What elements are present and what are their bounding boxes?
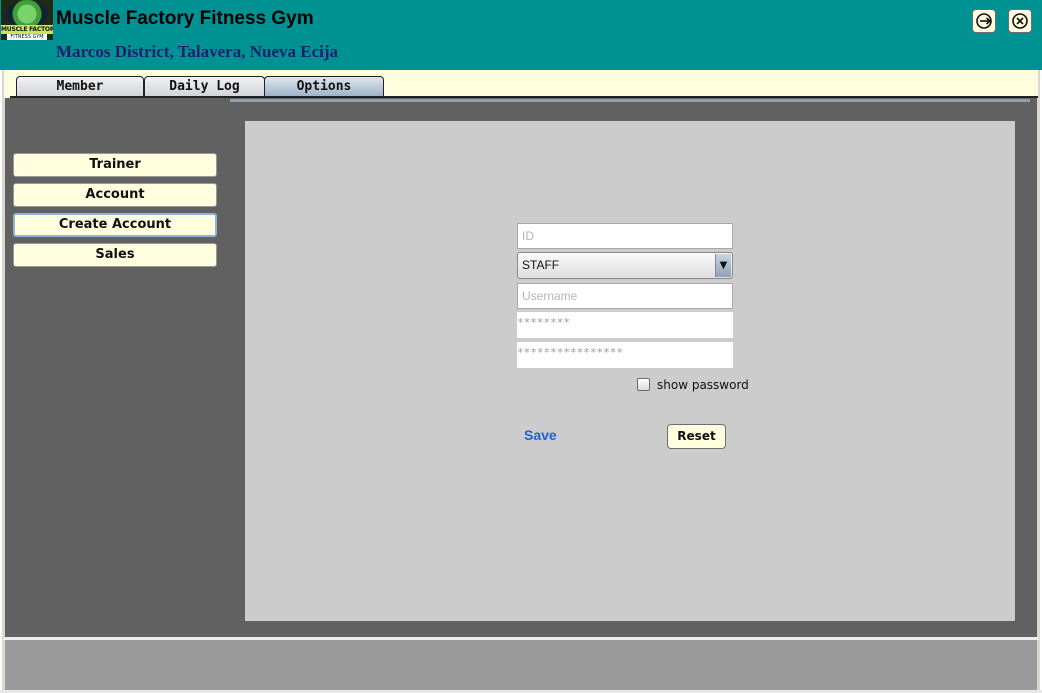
logout-button[interactable]: [972, 9, 996, 33]
sidebar-item-sales[interactable]: Sales: [13, 243, 217, 267]
create-account-panel: ID STAFF ▼ Username ******** ***********…: [245, 121, 1015, 621]
tab-options[interactable]: Options: [264, 76, 384, 96]
dropdown-arrow-icon[interactable]: ▼: [715, 254, 731, 277]
save-button[interactable]: Save: [524, 427, 557, 443]
reset-button[interactable]: Reset: [667, 424, 726, 449]
logout-icon: [976, 13, 992, 29]
logo-text-bottom: FITNESS GYM: [7, 34, 47, 40]
options-content: Trainer Account Create Account Sales ID …: [2, 98, 1040, 640]
password-field[interactable]: ********: [517, 312, 733, 338]
app-title: Muscle Factory Fitness Gym: [56, 8, 314, 29]
sidebar-item-account[interactable]: Account: [13, 183, 217, 207]
role-select[interactable]: STAFF ▼: [517, 252, 733, 279]
logo-emblem: [6, 0, 48, 28]
id-field[interactable]: ID: [517, 223, 733, 249]
app-subtitle: Marcos District, Talavera, Nueva Ecija: [56, 42, 339, 61]
tab-bar: Member Daily Log Options: [2, 70, 1040, 98]
username-field[interactable]: Username: [517, 283, 733, 309]
tab-daily-log[interactable]: Daily Log: [144, 76, 265, 96]
confirm-password-field[interactable]: ****************: [517, 342, 733, 368]
show-password-checkbox[interactable]: [637, 378, 650, 391]
sidebar-item-trainer[interactable]: Trainer: [13, 153, 217, 177]
app-header: MUSCLE FACTORY FITNESS GYM Muscle Factor…: [0, 0, 1042, 70]
logo-text-top: MUSCLE FACTORY: [1, 25, 53, 34]
close-button[interactable]: [1008, 9, 1032, 33]
role-select-value: STAFF: [522, 258, 560, 272]
show-password-label[interactable]: show password: [657, 378, 749, 392]
content-top-strip: [230, 99, 1030, 102]
gym-logo: MUSCLE FACTORY FITNESS GYM: [1, 0, 53, 40]
status-bar: [2, 640, 1040, 690]
tab-member[interactable]: Member: [16, 76, 144, 96]
sidebar-item-create-account[interactable]: Create Account: [13, 213, 217, 237]
close-icon: [1012, 13, 1028, 29]
